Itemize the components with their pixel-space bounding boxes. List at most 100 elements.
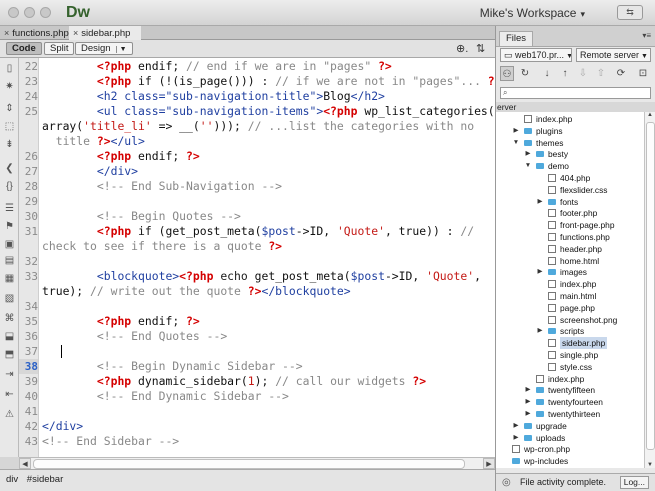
disclosure-collapsed-icon[interactable]: ▶ [536,266,544,278]
workspace-toggle-button[interactable]: ⇆ [617,5,643,20]
code-horizontal-scrollbar[interactable]: ◀ ▶ [19,457,495,469]
tree-folder[interactable]: ▶ uploads [496,432,644,444]
disclosure-collapsed-icon[interactable]: ▶ [524,408,532,420]
file-tree-scrollbar[interactable]: ▲ ▼ [644,112,655,468]
tree-folder[interactable]: ▶ twentyfourteen [496,396,644,408]
tag-selector-id[interactable]: #sidebar [27,474,63,485]
disclosure-collapsed-icon[interactable]: ▶ [536,196,544,208]
collapse-tag-icon[interactable]: ⇕ [3,102,16,115]
wrap-tag-icon[interactable]: ⌘ [3,312,16,325]
tree-file[interactable]: 404.php [496,172,644,184]
collapse-selection-icon[interactable]: ⬚ [3,120,16,133]
line-numbers-icon[interactable]: ☰ [3,202,16,215]
scroll-up-icon[interactable]: ▲ [645,112,655,118]
close-tab-icon[interactable]: × [73,28,78,38]
tree-file[interactable]: home.html [496,255,644,267]
remove-comment-icon[interactable]: ▧ [3,292,16,305]
server-view-select[interactable]: Remote server ▼ [576,48,651,62]
tree-file[interactable]: functions.php [496,231,644,243]
show-code-navigator-icon[interactable]: ✷ [3,80,16,93]
files-search-input[interactable]: ⌕ [500,87,651,99]
disclosure-collapsed-icon[interactable]: ▶ [512,420,520,432]
scroll-left-icon[interactable]: ◀ [19,458,31,469]
tree-file[interactable]: header.php [496,243,644,255]
tree-folder[interactable]: ▶ twentythirteen [496,408,644,420]
files-tab[interactable]: Files [499,31,534,46]
connect-icon[interactable]: ⚇ [500,66,514,81]
design-view-button[interactable]: Design ▼ [75,42,133,55]
disclosure-collapsed-icon[interactable]: ▶ [512,125,520,137]
log-button[interactable]: Log... [619,476,649,489]
tag-selector-div[interactable]: div [6,474,18,485]
close-tab-icon[interactable]: × [4,28,9,38]
disclosure-expanded-icon[interactable]: ▼ [512,137,520,149]
disclosure-collapsed-icon[interactable]: ▶ [524,148,532,160]
refresh-icon[interactable]: ↻ [518,66,532,81]
tree-folder[interactable]: ▶ besty [496,148,644,160]
tree-folder[interactable]: ▶ images [496,266,644,278]
site-select[interactable]: ▭ web170.pr...▼ [500,48,572,62]
zoom-window-button[interactable] [40,7,51,18]
tree-file[interactable]: style.css [496,361,644,373]
format-source-icon[interactable]: ⚠ [3,408,16,421]
outdent-code-icon[interactable]: ⇤ [3,388,16,401]
tree-folder[interactable]: ▶ upgrade [496,420,644,432]
put-files-icon[interactable]: ↑ [558,66,572,81]
expand-all-icon[interactable]: ⇟ [3,138,16,151]
disclosure-collapsed-icon[interactable]: ▶ [524,384,532,396]
balance-braces-icon[interactable]: {} [3,180,16,193]
tree-folder[interactable]: ▼ themes [496,137,644,149]
close-window-button[interactable] [8,7,19,18]
tab-functions-php[interactable]: × functions.php [0,26,69,40]
check-out-icon[interactable]: ⇩ [576,66,590,81]
disclosure-collapsed-icon[interactable]: ▶ [524,396,532,408]
tree-file[interactable]: front-page.php [496,219,644,231]
tree-file[interactable]: screenshot.png [496,314,644,326]
workspace-switcher[interactable]: Mike's Workspace ▾ [480,6,585,20]
indent-code-icon[interactable]: ⇥ [3,368,16,381]
tree-file[interactable]: flexslider.css [496,184,644,196]
disclosure-collapsed-icon[interactable]: ▶ [536,325,544,337]
tree-folder[interactable]: ▶ plugins [496,125,644,137]
tree-folder[interactable]: ▶ fonts [496,196,644,208]
scroll-thumb[interactable] [646,122,655,450]
disclosure-collapsed-icon[interactable]: ▶ [512,432,520,444]
tree-file[interactable]: sidebar.php [496,337,644,350]
tree-file[interactable]: footer.php [496,207,644,219]
tree-file[interactable]: index.php [496,278,644,290]
open-documents-icon[interactable]: ▯ [3,62,16,75]
tree-folder[interactable]: ▶ twentyfifteen [496,384,644,396]
tree-file[interactable]: page.php [496,302,644,314]
split-view-button[interactable]: Split [44,42,75,55]
apply-comment-icon[interactable]: ▦ [3,272,16,285]
recent-snippets-icon[interactable]: ⬓ [3,330,16,343]
tree-folder[interactable]: ▼ demo [496,160,644,172]
minimize-window-button[interactable] [24,7,35,18]
move-css-icon[interactable]: ⬒ [3,348,16,361]
tree-folder[interactable]: ▶ scripts [496,325,644,337]
tree-file[interactable]: index.php [496,373,644,385]
expand-panel-icon[interactable]: ⊡ [636,66,650,81]
tree-folder[interactable]: wp-includes [496,455,644,467]
get-files-icon[interactable]: ↓ [540,66,554,81]
auto-indent-icon[interactable]: ▤ [3,254,16,267]
code-view-button[interactable]: Code [6,42,42,55]
inspect-icon[interactable]: ⊕. [456,42,468,55]
highlight-invalid-code-icon[interactable]: ⚑ [3,220,16,233]
tree-file[interactable]: index.php [496,113,644,125]
code-editor[interactable]: <?php endif; // end if we are in "pages"… [39,58,495,457]
tree-file[interactable]: main.html [496,290,644,302]
tab-sidebar-php[interactable]: × sidebar.php [69,26,141,40]
disclosure-expanded-icon[interactable]: ▼ [524,160,532,172]
panel-menu-icon[interactable]: ▾≡ [642,31,651,40]
syntax-coloring-icon[interactable]: ▣ [3,238,16,251]
sort-icon[interactable]: ⇅ [476,42,485,55]
scroll-down-icon[interactable]: ▼ [645,462,655,468]
tree-file[interactable]: single.php [496,349,644,361]
scroll-thumb[interactable] [33,459,465,469]
tree-file[interactable]: wp-cron.php [496,443,644,455]
check-in-icon[interactable]: ⇧ [594,66,608,81]
select-parent-tag-icon[interactable]: ❮ [3,162,16,175]
scroll-right-icon[interactable]: ▶ [483,458,495,469]
synchronize-icon[interactable]: ⟳ [614,66,628,81]
